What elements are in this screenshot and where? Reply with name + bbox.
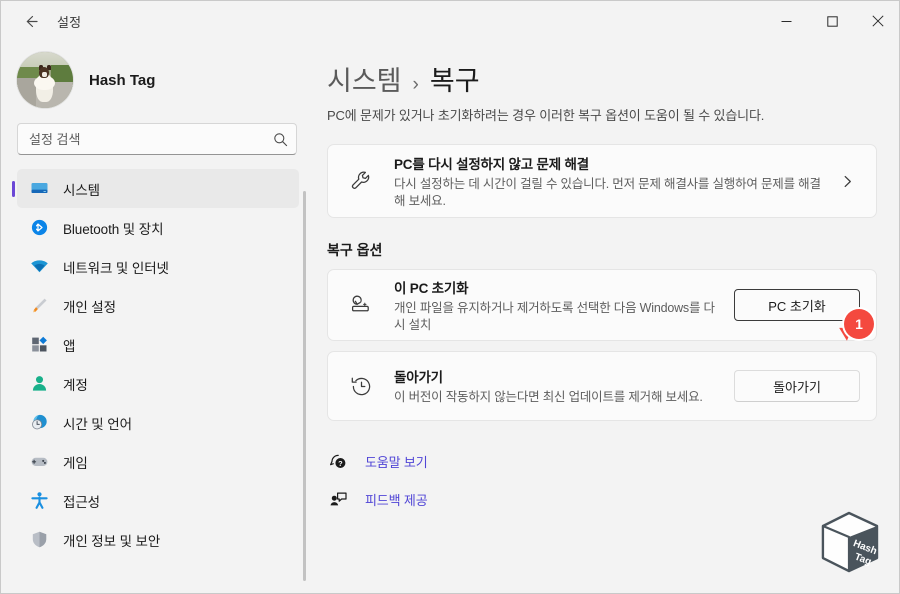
sidebar: Hash Tag 시스템	[1, 41, 309, 593]
sidebar-nav: 시스템 Bluetooth 및 장치 네트워크 및 인터넷 개인 설정 앱 계정…	[1, 169, 309, 593]
bluetooth-icon	[28, 217, 50, 239]
person-icon	[28, 373, 50, 395]
footer-links: ? 도움말 보기 피드백 제공	[327, 447, 877, 513]
profile-name: Hash Tag	[89, 71, 156, 89]
minimize-icon	[781, 20, 791, 22]
minimize-button[interactable]	[763, 1, 809, 41]
sidebar-item-time-language[interactable]: 시간 및 언어	[17, 403, 299, 442]
avatar[interactable]	[17, 52, 73, 108]
card-reset-pc: 이 PC 초기화 개인 파일을 유지하거나 제거하도록 선택한 다음 Windo…	[327, 269, 877, 341]
help-question-icon: ?	[327, 450, 349, 472]
sidebar-item-label: 계정	[63, 377, 88, 393]
card-go-back: 돌아가기 이 버전이 작동하지 않는다면 최신 업데이트를 제거해 보세요. 돌…	[327, 351, 877, 421]
close-button[interactable]	[855, 1, 899, 41]
card-text: PC를 다시 설정하지 않고 문제 해결 다시 설정하는 데 시간이 걸릴 수 …	[394, 153, 826, 210]
wrench-icon	[346, 166, 376, 196]
sidebar-item-gaming[interactable]: 게임	[17, 442, 299, 481]
sidebar-item-label: 접근성	[63, 494, 100, 510]
sidebar-item-label: 시간 및 언어	[63, 416, 132, 432]
search-box[interactable]	[17, 123, 297, 155]
gamepad-icon	[28, 451, 50, 473]
sidebar-item-network[interactable]: 네트워크 및 인터넷	[17, 247, 299, 286]
apps-icon	[28, 334, 50, 356]
history-clock-icon	[346, 371, 376, 401]
go-back-button[interactable]: 돌아가기	[734, 370, 860, 402]
back-button[interactable]	[11, 5, 51, 37]
sidebar-item-label: 시스템	[63, 182, 100, 198]
settings-window: 설정 Hash Tag 설정 검색 시스템 Bluetooth 및 장치 네트워…	[0, 0, 900, 594]
sidebar-scrollbar[interactable]	[303, 191, 306, 581]
wifi-icon	[28, 256, 50, 278]
sidebar-item-apps[interactable]: 앱	[17, 325, 299, 364]
search-icon	[274, 132, 288, 146]
main-content: 시스템 › 복구 PC에 문제가 있거나 초기화하려는 경우 이러한 복구 옵션…	[309, 41, 899, 593]
sidebar-item-label: 네트워크 및 인터넷	[63, 260, 169, 276]
card-troubleshoot[interactable]: PC를 다시 설정하지 않고 문제 해결 다시 설정하는 데 시간이 걸릴 수 …	[327, 144, 877, 218]
sidebar-item-label: 앱	[63, 338, 76, 354]
sidebar-item-accessibility[interactable]: 접근성	[17, 481, 299, 520]
selection-accent-bar	[12, 180, 15, 197]
sidebar-item-label: 개인 설정	[63, 299, 116, 315]
close-icon	[872, 15, 884, 27]
link-row-give-feedback[interactable]: 피드백 제공	[327, 485, 877, 513]
chevron-right-icon: ›	[412, 74, 419, 95]
page-description: PC에 문제가 있거나 초기화하려는 경우 이러한 복구 옵션이 도움이 될 수…	[327, 108, 765, 123]
card-subtitle: 다시 설정하는 데 시간이 걸릴 수 있습니다. 먼저 문제 해결사를 실행하여…	[394, 176, 821, 208]
link-give-feedback[interactable]: 피드백 제공	[365, 490, 428, 509]
shield-icon	[28, 529, 50, 551]
chevron-right-icon[interactable]	[834, 168, 860, 194]
card-text: 돌아가기 이 버전이 작동하지 않는다면 최신 업데이트를 제거해 보세요.	[394, 366, 720, 406]
reset-pc-button[interactable]: PC 초기화	[734, 289, 860, 321]
sidebar-item-bluetooth[interactable]: Bluetooth 및 장치	[17, 208, 299, 247]
svg-text:?: ?	[338, 459, 343, 468]
sidebar-item-accounts[interactable]: 계정	[17, 364, 299, 403]
page-title: 복구	[429, 66, 480, 96]
card-subtitle: 개인 파일을 유지하거나 제거하도록 선택한 다음 Windows를 다시 설치	[394, 300, 715, 332]
paintbrush-icon	[28, 295, 50, 317]
window-title: 설정	[57, 14, 82, 30]
sidebar-item-personalization[interactable]: 개인 설정	[17, 286, 299, 325]
user-profile[interactable]: Hash Tag	[1, 41, 309, 119]
window-controls	[763, 1, 899, 41]
search-input[interactable]	[29, 125, 273, 153]
maximize-button[interactable]	[809, 1, 855, 41]
sidebar-item-label: 개인 정보 및 보안	[63, 533, 161, 549]
card-title: 이 PC 초기화	[394, 280, 469, 296]
card-title: PC를 다시 설정하지 않고 문제 해결	[394, 156, 589, 172]
link-get-help[interactable]: 도움말 보기	[365, 452, 428, 471]
feedback-icon	[327, 488, 349, 510]
sidebar-item-label: 게임	[63, 455, 88, 471]
card-title: 돌아가기	[394, 370, 443, 386]
breadcrumb-root[interactable]: 시스템	[327, 59, 402, 98]
clock-globe-icon	[28, 412, 50, 434]
maximize-icon	[826, 15, 838, 27]
monitor-icon	[28, 178, 50, 200]
sidebar-item-label: Bluetooth 및 장치	[63, 221, 164, 237]
accessibility-icon	[28, 490, 50, 512]
breadcrumb: 시스템 › 복구	[327, 41, 877, 96]
card-subtitle: 이 버전이 작동하지 않는다면 최신 업데이트를 제거해 보세요.	[394, 390, 703, 405]
arrow-left-icon	[26, 15, 38, 27]
link-row-get-help[interactable]: ? 도움말 보기	[327, 447, 877, 475]
card-text: 이 PC 초기화 개인 파일을 유지하거나 제거하도록 선택한 다음 Windo…	[394, 277, 720, 334]
sidebar-item-system[interactable]: 시스템	[12, 169, 299, 208]
title-bar: 설정	[1, 1, 899, 41]
sidebar-item-privacy-security[interactable]: 개인 정보 및 보안	[17, 520, 299, 559]
reset-pc-icon	[346, 290, 376, 320]
section-title: 복구 옵션	[327, 242, 383, 258]
